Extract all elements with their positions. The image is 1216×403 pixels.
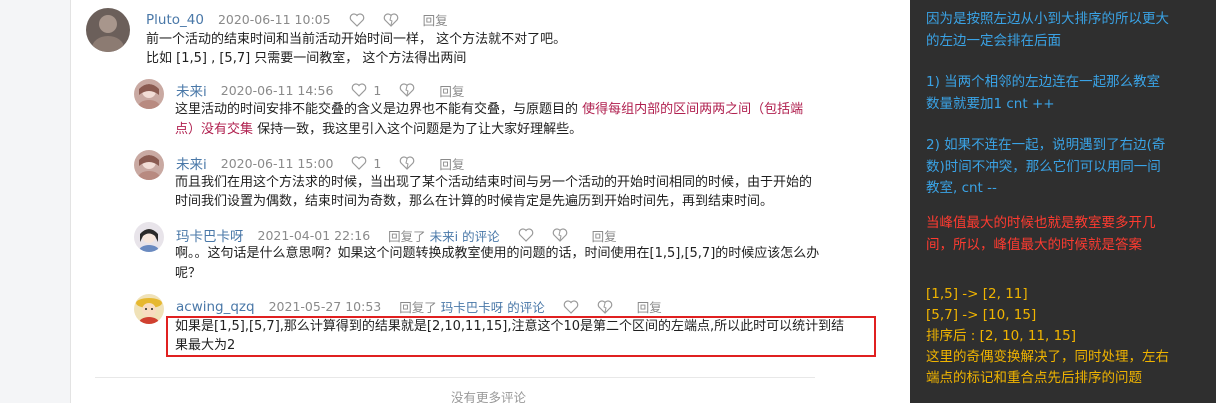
comment-line: 时间我们设置为偶数，结束时间为奇数，那么在计算的时候肯定是先遍历到开始时间先，再… bbox=[175, 194, 774, 209]
avatar[interactable] bbox=[86, 8, 130, 52]
avatar[interactable] bbox=[134, 222, 164, 252]
comment-meta: Pluto_40 2020-06-11 10:05 回复 bbox=[146, 10, 448, 29]
comment-meta: acwing_qzq 2021-05-27 10:53 回复了 玛卡巴卡呀 的评… bbox=[176, 297, 662, 316]
reply-button[interactable]: 回复 bbox=[439, 154, 464, 173]
username-link[interactable]: 未来i bbox=[176, 153, 207, 173]
comment-text: 这里活动的时间安排不能交叠的含义是边界也不能有交叠，与原题目的 bbox=[175, 102, 583, 117]
reply-button[interactable]: 回复 bbox=[637, 297, 662, 316]
comment-meta: 未来i 2020-06-11 14:56 1 回复 bbox=[176, 80, 464, 101]
note-line: 当峰值最大的时候也就是教室要多开几 bbox=[926, 215, 1156, 231]
dislike-icon[interactable] bbox=[552, 228, 568, 242]
reply-target-link[interactable]: 未来i 的评论 bbox=[430, 229, 500, 244]
comment-line: 而且我们在用这个方法求的时候，当出现了某个活动结束时间与另一个活动的开始时间相同… bbox=[175, 175, 813, 190]
note-line: 数)时间不冲突，那么它们可以用同一间 bbox=[926, 159, 1161, 175]
comment-line: 比如 [1,5] , [5,7] 只需要一间教室， 这个方法得出两间 bbox=[146, 51, 467, 66]
note-line: 因为是按照左边从小到大排序的所以更大 bbox=[926, 11, 1169, 27]
comment-meta: 玛卡巴卡呀 2021-04-01 22:16 回复了 未来i 的评论 回复 bbox=[176, 225, 617, 246]
note-line: 2) 如果不连在一起，说明遇到了右边(奇 bbox=[926, 137, 1166, 153]
like-count: 1 bbox=[373, 155, 382, 171]
comment-meta: 未来i 2020-06-11 15:00 1 回复 bbox=[176, 153, 464, 174]
like-icon[interactable]: 1 bbox=[351, 83, 381, 98]
dislike-icon[interactable] bbox=[399, 156, 415, 170]
quoted-text: 点）没有交集 bbox=[175, 122, 254, 137]
username-link[interactable]: Pluto_40 bbox=[146, 12, 204, 28]
like-icon[interactable]: 1 bbox=[351, 156, 381, 171]
note-line: 数量就要加1 cnt ++ bbox=[926, 96, 1055, 112]
username-link[interactable]: 玛卡巴卡呀 bbox=[176, 225, 244, 245]
like-count: 1 bbox=[373, 82, 382, 98]
reply-prefix: 回复了 bbox=[399, 300, 437, 315]
reply-prefix: 回复了 bbox=[388, 228, 426, 244]
note-line: 这里的奇偶变换解决了，同时处理，左右 bbox=[926, 349, 1169, 365]
comment-time: 2020-06-11 15:00 bbox=[220, 155, 334, 171]
left-gutter bbox=[0, 0, 70, 403]
reply-button[interactable]: 回复 bbox=[592, 226, 617, 245]
reply-button[interactable]: 回复 bbox=[439, 81, 464, 100]
quoted-text: 使得每组内部的区间两两之间（包括端 bbox=[582, 102, 804, 117]
note-line: 间，所以，峰值最大的时候就是答案 bbox=[926, 237, 1142, 253]
avatar[interactable] bbox=[134, 79, 164, 109]
comment-line: 点）没有交集 保持一致，我这里引入这个问题是为了让大家好理解些。 bbox=[175, 120, 582, 140]
username-link[interactable]: acwing_qzq bbox=[176, 299, 255, 315]
notes-panel: 因为是按照左边从小到大排序的所以更大 的左边一定会排在后面 1) 当两个相邻的左… bbox=[910, 0, 1216, 403]
note-line: [1,5] -> [2, 11] bbox=[926, 286, 1028, 302]
comment-time: 2020-06-11 10:05 bbox=[217, 12, 331, 27]
highlight-box bbox=[166, 316, 876, 357]
note-line: 教室, cnt -- bbox=[926, 180, 997, 196]
dislike-icon[interactable] bbox=[597, 299, 613, 314]
comment-line: 前一个活动的结束时间和当前活动开始时间一样， 这个方法就不对了吧。 bbox=[146, 32, 567, 47]
note-line: 端点的标记和重合点先后排序的问题 bbox=[926, 370, 1142, 386]
reply-target-link[interactable]: 玛卡巴卡呀 的评论 bbox=[441, 300, 545, 315]
no-more-comments: 没有更多评论 bbox=[451, 390, 527, 403]
dislike-icon[interactable] bbox=[383, 12, 399, 27]
like-icon[interactable] bbox=[563, 299, 579, 314]
comment-line: 啊。。这句话是什么意思啊？如果这个问题转换成教室使用的问题的话，时间使用在[1,… bbox=[175, 246, 820, 261]
note-line: 1) 当两个相邻的左边连在一起那么教室 bbox=[926, 74, 1161, 90]
note-line: 排序后 : [2, 10, 11, 15] bbox=[926, 328, 1077, 344]
note-line: 的左边一定会排在后面 bbox=[926, 33, 1061, 49]
comment-time: 2020-06-11 14:56 bbox=[220, 82, 334, 98]
reply-button[interactable]: 回复 bbox=[423, 10, 448, 29]
comment-text: 保持一致，我这里引入这个问题是为了让大家好理解些。 bbox=[253, 122, 583, 137]
comment-line: 呢？ bbox=[175, 266, 202, 281]
avatar[interactable] bbox=[134, 294, 164, 324]
comment-time: 2021-05-27 10:53 bbox=[268, 299, 382, 314]
comment-line: 这里活动的时间安排不能交叠的含义是边界也不能有交叠，与原题目的 使得每组内部的区… bbox=[175, 100, 803, 120]
username-link[interactable]: 未来i bbox=[176, 80, 207, 100]
like-icon[interactable] bbox=[518, 228, 534, 242]
reply-to: 回复了 未来i 的评论 bbox=[388, 226, 499, 245]
like-icon[interactable] bbox=[349, 12, 365, 27]
comment-divider bbox=[95, 377, 815, 378]
reply-to: 回复了 玛卡巴卡呀 的评论 bbox=[399, 297, 544, 316]
note-line: [5,7] -> [10, 15] bbox=[926, 307, 1037, 323]
avatar[interactable] bbox=[134, 150, 164, 180]
comment-time: 2021-04-01 22:16 bbox=[257, 227, 371, 243]
dislike-icon[interactable] bbox=[399, 83, 415, 97]
